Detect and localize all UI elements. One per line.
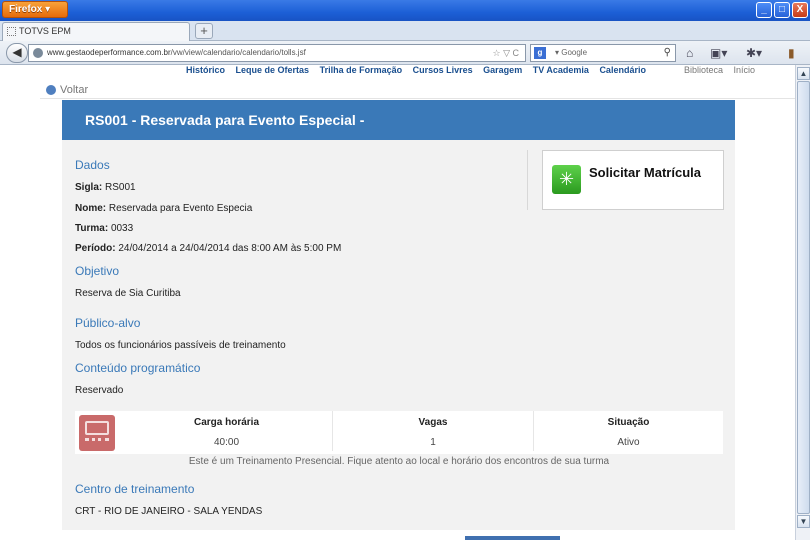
home-icon[interactable]: ⌂ [686, 46, 693, 60]
tab-title: TOTVS EPM [19, 26, 71, 36]
library-icon[interactable]: ▮ [788, 46, 795, 60]
url-bar[interactable]: www.gestaodeperformance.com.br/vw/view/c… [28, 44, 526, 62]
publico-title: Público-alvo [75, 316, 141, 330]
conteudo-text: Reservado [75, 385, 124, 396]
nome-label: Nome: [75, 203, 107, 214]
solicitar-label: Solicitar Matrícula [589, 165, 701, 180]
search-bar[interactable]: g ▾ Google ⚲ [530, 44, 676, 62]
back-arrow-icon[interactable]: ◀ [6, 43, 28, 63]
course-info-box: Carga horária 40:00 Vagas 1 Situação Ati… [75, 411, 723, 469]
situacao-column: Situação Ativo [534, 411, 723, 451]
globe-icon [33, 48, 43, 58]
nome-value: Reservada para Evento Especia [108, 203, 253, 214]
presencial-training-icon [79, 415, 115, 451]
scroll-down-icon[interactable]: ▼ [797, 515, 810, 528]
site-top-menu: Histórico Leque de Ofertas Trilha de For… [186, 65, 654, 75]
objetivo-title: Objetivo [75, 264, 120, 278]
voltar-icon [46, 85, 56, 95]
page-viewport: Histórico Leque de Ofertas Trilha de For… [0, 65, 795, 540]
situacao-label: Situação [607, 417, 650, 428]
objetivo-text: Reserva de Sia Curitiba [75, 288, 181, 299]
publico-text: Todos os funcionários passíveis de trein… [75, 340, 286, 351]
menu-item-tv[interactable]: TV Academia [533, 65, 589, 75]
periodo-label: Período: [75, 243, 116, 254]
url-bar-icons[interactable]: ☆ ▽ C [493, 45, 520, 61]
scrollbar-thumb[interactable] [797, 81, 810, 514]
tab-strip: TOTVS EPM + [0, 21, 810, 41]
menu-item-trilha[interactable]: Trilha de Formação [320, 65, 403, 75]
taskbar-fragment [465, 536, 560, 540]
menu-item-garagem[interactable]: Garagem [483, 65, 522, 75]
centro-text: CRT - RIO DE JANEIRO - SALA YENDAS [75, 506, 263, 517]
situacao-value: Ativo [617, 437, 640, 448]
dados-title: Dados [75, 158, 110, 172]
turma-value: 0033 [110, 223, 134, 234]
magnifier-icon[interactable]: ⚲ [664, 45, 671, 61]
sigla-value: RS001 [105, 182, 136, 193]
menu-item-leque[interactable]: Leque de Ofertas [236, 65, 310, 75]
tab-totvs-epm[interactable]: TOTVS EPM [2, 22, 190, 41]
browser-title-bar: Firefox ▾ _ □ X [0, 0, 810, 21]
course-header: RS001 - Reservada para Evento Especial - [62, 100, 735, 140]
url-site: www.gestaodeperformance.com.br [47, 48, 171, 57]
addon-icon[interactable]: ✱▾ [746, 46, 762, 60]
scroll-up-icon[interactable]: ▲ [797, 67, 810, 80]
vertical-divider [527, 150, 528, 210]
vertical-scrollbar[interactable]: ▲ ▼ [795, 65, 810, 540]
tab-favicon-icon [7, 27, 16, 36]
vagas-column: Vagas 1 [333, 411, 534, 451]
minimize-button[interactable]: _ [756, 2, 772, 18]
voltar-link[interactable]: Voltar [40, 81, 795, 99]
carga-column: Carga horária 40:00 [121, 411, 333, 451]
menu-item-inicio[interactable]: Início [734, 65, 756, 75]
menu-item-cursos[interactable]: Cursos Livres [413, 65, 473, 75]
navigation-bar: ◀ www.gestaodeperformance.com.br/vw/view… [0, 41, 810, 65]
new-tab-button[interactable]: + [195, 23, 213, 39]
carga-label: Carga horária [193, 417, 260, 428]
close-window-button[interactable]: X [792, 2, 808, 18]
periodo-value: 24/04/2014 a 24/04/2014 das 8:00 AM às 5… [118, 243, 342, 254]
course-card: RS001 - Reservada para Evento Especial -… [62, 100, 735, 530]
conteudo-title: Conteúdo programático [75, 361, 201, 375]
solicitar-matricula-button[interactable]: ✳ Solicitar Matrícula [542, 150, 724, 210]
refresh-icon: ✳ [552, 165, 581, 194]
turma-field: Turma: 0033 [75, 223, 133, 234]
site-top-right-menu: Biblioteca Início [684, 65, 763, 75]
nome-field: Nome: Reservada para Evento Especia [75, 203, 252, 214]
centro-title: Centro de treinamento [75, 482, 195, 496]
url-path: /vw/view/calendario/calendario/tolls.jsf [170, 48, 306, 57]
turma-label: Turma: [75, 223, 109, 234]
menu-item-calendario[interactable]: Calendário [599, 65, 646, 75]
maximize-button[interactable]: □ [774, 2, 790, 18]
google-icon[interactable]: g [534, 47, 546, 59]
search-input[interactable]: ▾ Google [555, 48, 587, 57]
voltar-label: Voltar [60, 84, 89, 96]
menu-item-historico[interactable]: Histórico [186, 65, 225, 75]
periodo-field: Período: 24/04/2014 a 24/04/2014 das 8:0… [75, 243, 341, 254]
sigla-field: Sigla: RS001 [75, 182, 136, 193]
vagas-label: Vagas [418, 417, 448, 428]
sigla-label: Sigla: [75, 182, 103, 193]
vagas-value: 1 [430, 437, 436, 448]
carga-value: 40:00 [213, 437, 240, 448]
firefox-menu-button[interactable]: Firefox ▾ [2, 1, 68, 18]
bookmark-icon[interactable]: ▣▾ [710, 46, 727, 60]
presencial-note: Este é um Treinamento Presencial. Fique … [75, 454, 723, 469]
menu-item-biblioteca[interactable]: Biblioteca [684, 65, 723, 75]
